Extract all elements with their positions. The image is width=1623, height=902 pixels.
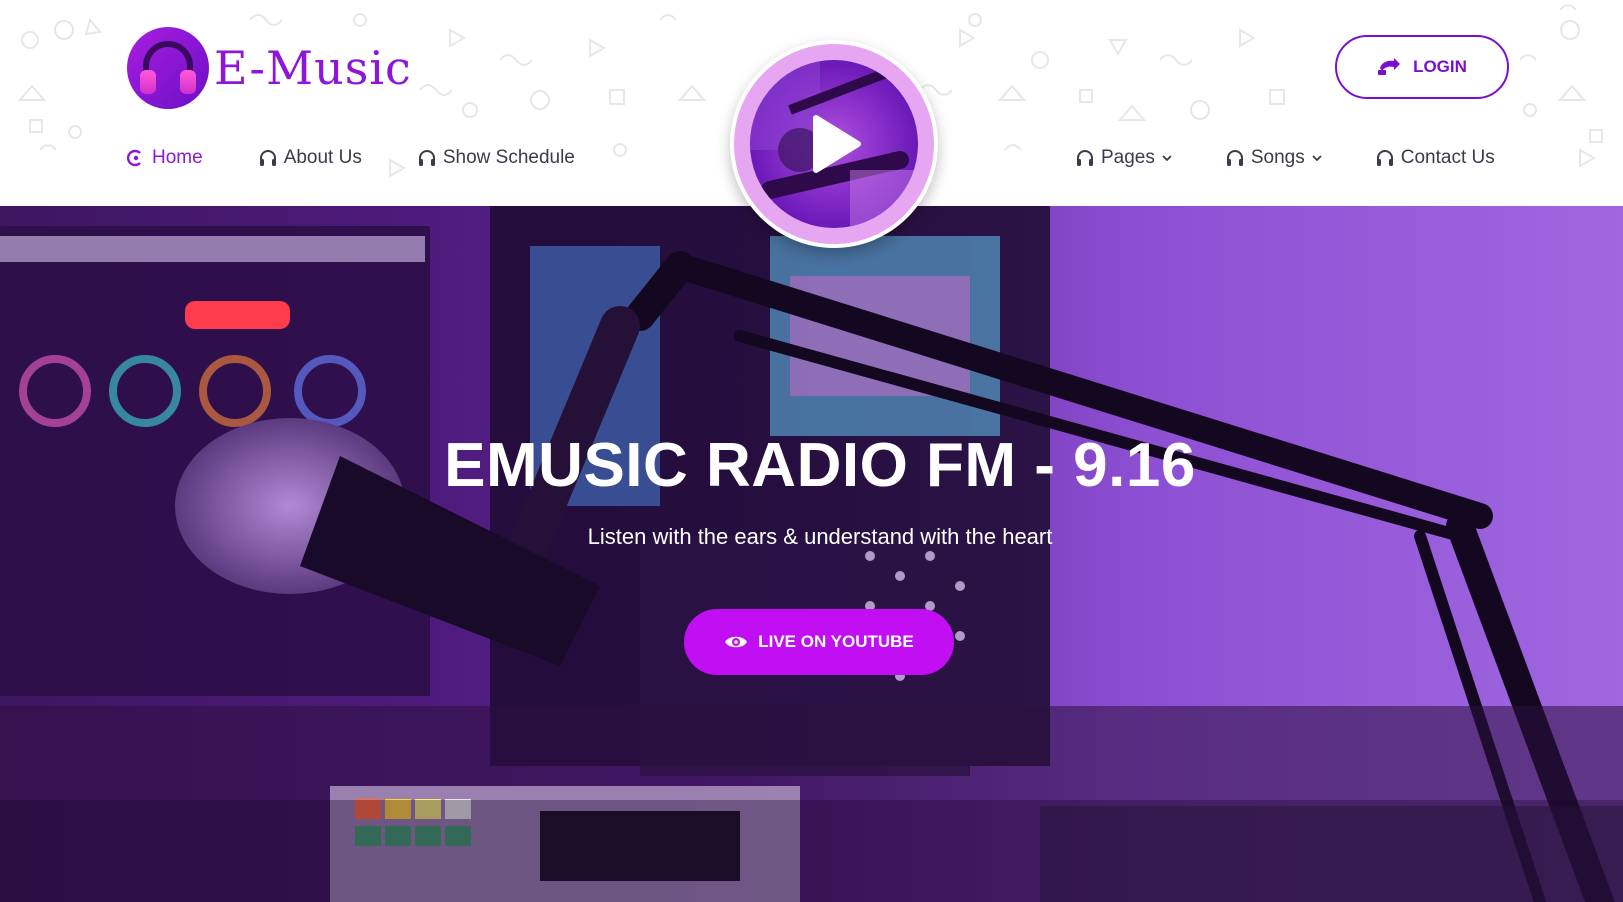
chevron-down-icon [1312, 155, 1322, 162]
nav-right: Pages Songs Contact Us [1075, 145, 1495, 171]
nav-item-about-us[interactable]: About Us [258, 147, 362, 169]
brand-name: E-Music [214, 41, 412, 95]
login-button[interactable]: LOGIN [1335, 35, 1509, 99]
site-logo[interactable]: E-Music [126, 26, 412, 110]
headphones-icon [1077, 150, 1093, 166]
sign-in-icon [1378, 58, 1401, 75]
nav-label-pages: Pages [1101, 147, 1155, 168]
headphones-icon [259, 150, 276, 166]
headphones-icon [418, 150, 435, 166]
nav-item-home[interactable]: Home [126, 147, 203, 169]
headphones-icon [1226, 150, 1243, 166]
eye-icon [725, 636, 748, 648]
hero-subtitle: Listen with the ears & understand with t… [587, 524, 1053, 549]
nav-label-home: Home [152, 147, 203, 168]
nav-label-songs: Songs [1250, 147, 1305, 168]
nav-item-songs[interactable]: Songs [1225, 147, 1323, 169]
radio-icon [126, 149, 141, 167]
studio-background-image [0, 206, 1623, 902]
nav-label-about-us: About Us [283, 147, 362, 168]
hero-banner: EMUSIC RADIO FM - 9.16 Listen with the e… [0, 206, 1623, 902]
chevron-down-icon [1162, 155, 1172, 162]
live-on-youtube-button[interactable]: LIVE ON YOUTUBE [684, 609, 954, 675]
play-icon [813, 115, 861, 173]
live-on-youtube-label: LIVE ON YOUTUBE [758, 632, 914, 651]
nav-item-pages[interactable]: Pages [1075, 147, 1173, 169]
nav-label-show-schedule: Show Schedule [442, 147, 575, 168]
nav-item-contact-us[interactable]: Contact Us [1375, 147, 1495, 169]
headphones-icon [1376, 150, 1393, 166]
nav-label-contact-us: Contact Us [1400, 147, 1495, 168]
radio-play-button[interactable] [730, 40, 938, 248]
nav-left: Home About Us Show Schedule [126, 145, 630, 171]
headphones-logo-icon [127, 27, 209, 109]
hero-bottom-band [0, 800, 1623, 902]
nav-item-show-schedule[interactable]: Show Schedule [417, 147, 575, 169]
hero-title: EMUSIC RADIO FM - 9.16 [444, 431, 1196, 500]
login-label: LOGIN [1413, 57, 1467, 76]
